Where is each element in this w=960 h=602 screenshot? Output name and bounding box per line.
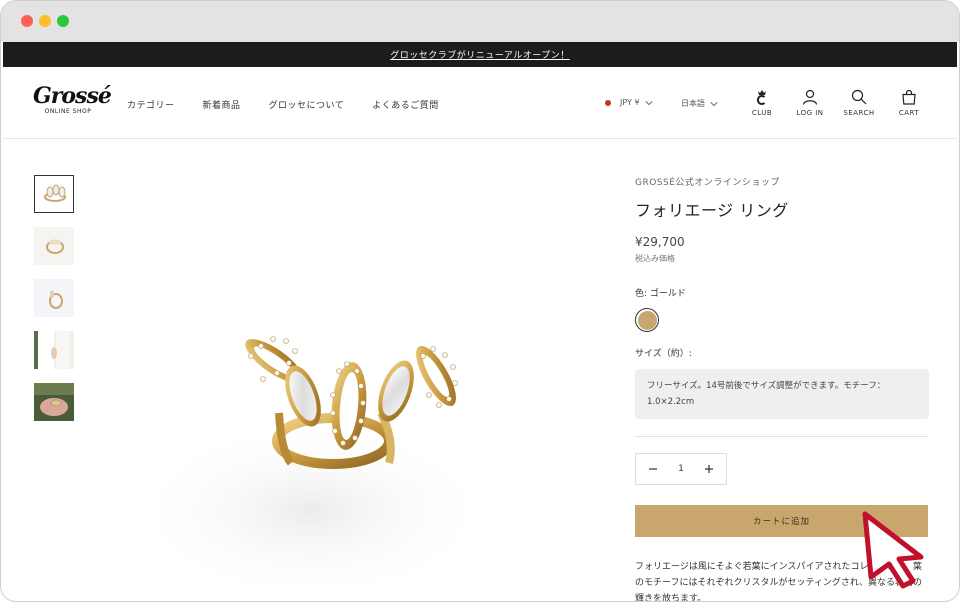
product-vendor[interactable]: GROSSÉ公式オンラインショップ [635,175,929,188]
main-product-image [131,336,491,601]
model-wearing-thumbnail-image [34,331,74,369]
nav-item-category[interactable]: カテゴリー [127,98,175,111]
nav-item-new-arrivals[interactable]: 新着商品 [203,98,241,111]
hand-closeup-thumbnail-image [34,383,74,421]
search-button[interactable]: SEARCH [839,89,879,117]
color-label: 色: ゴールド [635,289,686,299]
thumbnail-4[interactable] [34,331,74,369]
minus-icon [649,468,657,470]
increase-quantity-button[interactable] [702,462,716,476]
language-label: 日本語 [681,99,705,108]
thumbnail-1[interactable] [34,175,74,213]
size-info-box: フリーサイズ。14号前後でサイズ調整ができます。モチーフ：1.0×2.2cm [635,369,929,419]
product-title: フォリエージ リング [635,201,789,220]
user-icon [802,89,818,105]
search-label: SEARCH [843,109,875,117]
thumbnail-2[interactable] [34,227,74,265]
divider [635,436,929,437]
ring-angle-thumbnail-image [34,279,74,317]
size-label: サイズ（約）: [635,349,692,359]
main-nav: カテゴリー 新着商品 グロッセについて よくあるご質問 [127,98,439,111]
ring-thumbnail-image [35,176,73,212]
maximize-window-button[interactable] [57,15,69,27]
thumbnail-3[interactable] [34,279,74,317]
login-label: LOG IN [796,109,824,117]
currency-label: JPY ¥ [620,98,640,107]
club-icon [756,90,766,105]
quantity-value[interactable]: 1 [666,464,696,474]
swatch-fill [637,310,657,330]
plus-icon [705,465,713,473]
close-window-button[interactable] [21,15,33,27]
chevron-down-icon [644,100,653,105]
currency-selector[interactable]: JPY ¥ [605,98,653,107]
login-button[interactable]: LOG IN [790,89,830,117]
title-bar [1,1,959,42]
minimize-window-button[interactable] [39,15,51,27]
product-price: ¥29,700 [635,235,685,249]
mouse-pointer-icon [862,511,924,589]
color-swatch-gold[interactable] [635,308,659,332]
thumbnail-5[interactable] [34,383,74,421]
logo-tagline: ONLINE SHOP [44,108,92,115]
japan-flag-icon [605,99,611,106]
tax-note: 税込み価格 [635,254,675,263]
quantity-stepper: 1 [635,453,727,485]
cart-label: CART [898,109,920,117]
language-selector[interactable]: 日本語 [681,98,718,109]
product-thumbnails [34,175,74,435]
announcement-bar: グロッセクラブがリニューアルオープン！ [3,42,957,67]
site-header: Grossé ONLINE SHOP カテゴリー 新着商品 グロッセについて よ… [3,67,957,139]
cart-button[interactable]: CART [889,89,929,117]
logo-wordmark: Grossé [33,83,112,109]
add-to-cart-label: カートに追加 [752,517,810,527]
nav-item-about[interactable]: グロッセについて [269,98,345,111]
ring-side-thumbnail-image [34,227,74,265]
club-button[interactable]: CLUB [742,89,782,117]
nav-item-faq[interactable]: よくあるご質問 [372,98,439,111]
chevron-down-icon [710,101,718,106]
club-label: CLUB [751,109,773,117]
cart-bag-icon [902,89,916,105]
announcement-link[interactable]: グロッセクラブがリニューアルオープン！ [390,48,570,61]
site-logo[interactable]: Grossé ONLINE SHOP [33,83,112,121]
browser-window: グロッセクラブがリニューアルオープン！ Grossé ONLINE SHOP カ… [0,0,960,602]
decrease-quantity-button[interactable] [646,462,660,476]
search-icon [851,89,867,105]
